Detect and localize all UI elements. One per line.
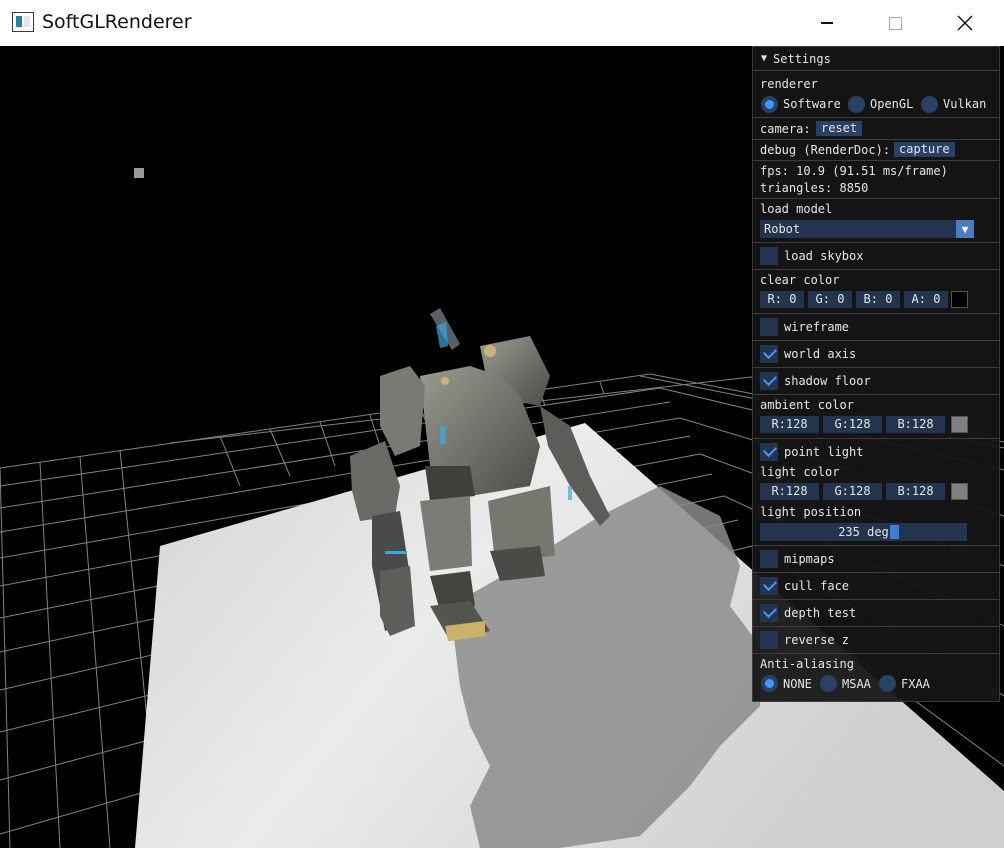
separator [753,653,999,654]
mipmaps-checkbox[interactable] [760,550,778,568]
separator [753,626,999,627]
light-position-slider[interactable]: 235 deg [760,523,967,541]
shadow-floor-checkbox[interactable] [760,371,778,390]
ambient-color-swatch[interactable] [951,416,968,433]
clear-color-label: clear color [760,273,840,287]
anti-aliasing-label: Anti-aliasing [760,657,854,671]
load-skybox-label: load skybox [784,249,864,263]
close-icon [957,15,973,31]
separator [753,572,999,573]
chevron-down-icon[interactable]: ▼ [956,220,974,238]
separator [753,269,999,270]
world-axis-checkbox[interactable] [760,344,778,363]
separator [753,599,999,600]
clear-color-swatch[interactable] [951,291,968,308]
renderer-option-software: Software [783,97,841,111]
triangles-text: triangles: 8850 [760,181,869,195]
title-bar[interactable]: SoftGLRenderer [0,0,1004,46]
separator [753,340,999,341]
renderer-label: renderer [760,77,818,91]
separator [753,198,999,199]
light-position-label: light position [760,505,862,519]
light-color-r[interactable]: R:128 [760,483,819,500]
separator [753,117,999,118]
clear-color-b[interactable]: B: 0 [856,291,900,308]
minimize-button[interactable] [804,0,850,46]
aa-radio-none[interactable] [761,675,778,692]
maximize-icon [888,16,902,30]
separator [753,160,999,161]
checkmark-icon [762,344,778,360]
fps-text: fps: 10.9 (91.51 ms/frame) [760,164,948,178]
ambient-color-b[interactable]: B:128 [886,416,945,433]
model-combo[interactable]: Robot ▼ [760,220,974,238]
checkmark-icon [762,576,778,592]
aa-option-msaa: MSAA [842,677,871,691]
ambient-color-g[interactable]: G:128 [823,416,882,433]
shadow-floor-label: shadow floor [784,374,871,388]
model-selected: Robot [764,222,801,236]
capture-button[interactable]: capture [894,142,955,157]
load-model-label: load model [760,202,833,216]
separator [753,313,999,314]
light-color-g[interactable]: G:128 [823,483,882,500]
light-color-b[interactable]: B:128 [886,483,945,500]
maximize-button[interactable] [872,0,918,46]
aa-option-none: NONE [783,677,812,691]
light-color-label: light color [760,465,840,479]
separator [753,367,999,368]
clear-color-r[interactable]: R: 0 [760,291,804,308]
reverse-z-label: reverse z [784,633,850,647]
depth-test-checkbox[interactable] [760,603,778,622]
minimize-icon [821,22,833,24]
checkmark-icon [762,442,778,458]
clear-color-g[interactable]: G: 0 [808,291,852,308]
close-button[interactable] [942,0,988,46]
aa-radio-fxaa[interactable] [879,675,896,692]
separator [753,545,999,546]
separator [753,139,999,140]
renderer-radio-opengl[interactable] [848,96,865,113]
separator [753,242,999,243]
settings-panel: ▼ Settings renderer Software OpenGL Vulk… [752,46,1000,702]
settings-header[interactable]: ▼ Settings [753,47,999,71]
collapse-triangle-icon[interactable]: ▼ [761,53,767,64]
renderer-option-opengl: OpenGL [870,97,914,111]
wireframe-label: wireframe [784,320,850,334]
separator [753,394,999,395]
mipmaps-label: mipmaps [784,552,835,566]
load-skybox-checkbox[interactable] [760,247,778,265]
settings-title: Settings [773,51,831,66]
point-light-marker [134,168,144,178]
app-window: SoftGLRenderer ▼ Settings renderer Softw… [0,0,1004,848]
camera-reset-button[interactable]: reset [816,121,863,136]
clear-color-a[interactable]: A: 0 [904,291,948,308]
separator [753,438,999,439]
renderer-radio-vulkan[interactable] [921,96,938,113]
ambient-color-label: ambient color [760,398,854,412]
renderer-option-vulkan: Vulkan [943,97,987,111]
app-icon [12,12,34,32]
cull-face-checkbox[interactable] [760,576,778,595]
reverse-z-checkbox[interactable] [760,631,778,649]
camera-label: camera: [760,122,811,136]
renderer-radio-software[interactable] [761,96,778,113]
slider-grab-handle[interactable] [890,525,899,539]
depth-test-label: depth test [784,606,857,620]
point-light-label: point light [784,445,864,459]
debug-label: debug (RenderDoc): [760,143,891,157]
wireframe-checkbox[interactable] [760,318,778,336]
aa-radio-msaa[interactable] [820,675,837,692]
point-light-checkbox[interactable] [760,442,778,461]
ambient-color-r[interactable]: R:128 [760,416,819,433]
cull-face-label: cull face [784,579,850,593]
checkmark-icon [762,603,778,619]
aa-option-fxaa: FXAA [901,677,930,691]
light-position-value: 235 deg [838,525,889,539]
world-axis-label: world axis [784,347,857,361]
window-title: SoftGLRenderer [42,11,192,33]
checkmark-icon [762,371,778,387]
light-color-swatch[interactable] [951,483,968,500]
